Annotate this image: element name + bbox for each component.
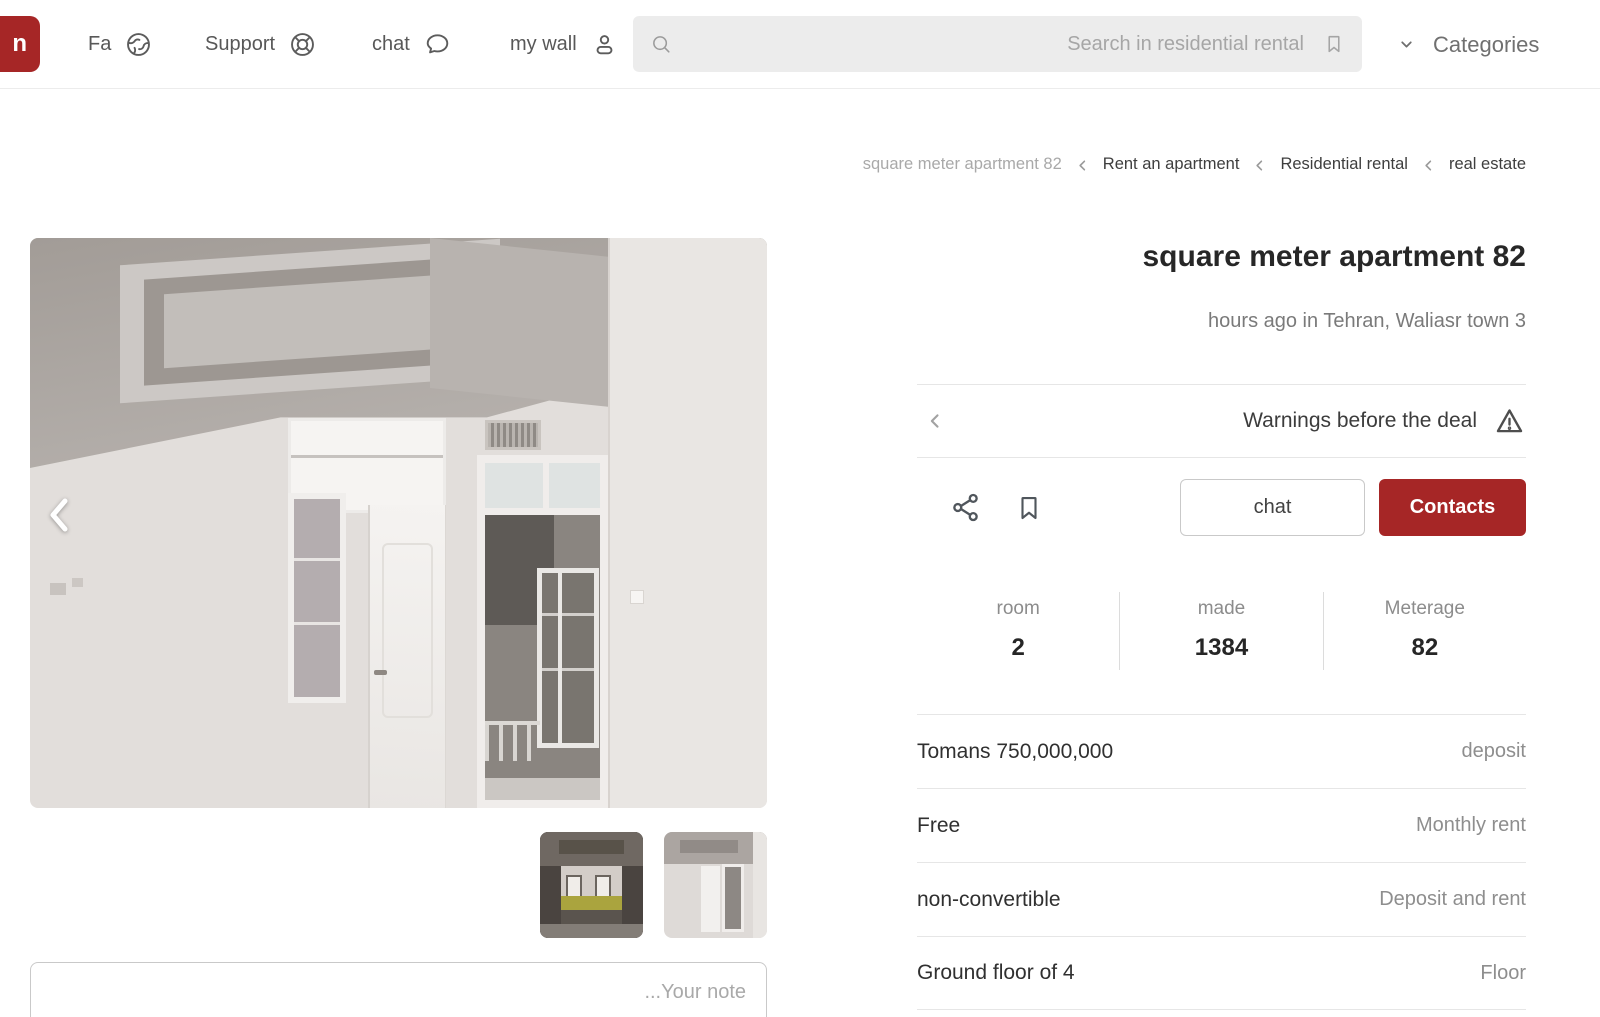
attribute-value: Ground floor of 4 [917,961,1075,985]
photo-doorway [477,455,608,808]
attribute-row-deposit-and-rent: non-convertible Deposit and rent [917,862,1526,936]
photo-wall-outlet [72,578,83,587]
nav-chat-label: chat [372,33,410,56]
attribute-label: deposit [1462,740,1527,763]
bookmark-button[interactable] [1014,493,1044,526]
nav-support-label: Support [205,33,275,56]
photo-ceiling-soffit [430,238,608,407]
chevron-down-icon [1398,36,1415,53]
listing-details-panel: square meter apartment 82 hours ago in T… [917,0,1526,1017]
gallery-thumbnail-2[interactable] [664,832,767,938]
stat-value: 82 [1324,634,1526,662]
categories-label: Categories [1433,32,1539,58]
stat-room: room 2 [917,592,1119,670]
stat-value: 2 [917,634,1119,662]
attribute-label: Floor [1480,962,1526,985]
nav-chat[interactable]: chat [372,0,451,89]
note-input[interactable] [31,963,766,1017]
warning-triangle-icon [1493,405,1526,438]
categories-menu[interactable]: Categories [1398,0,1539,89]
photo-exterior-floor [485,778,600,800]
photo-transom-window [485,463,600,515]
stat-label: room [917,598,1119,620]
listing-title: square meter apartment 82 [917,240,1526,274]
listing-posted-info: hours ago in Tehran, Waliasr town 3 [917,310,1526,333]
bookmark-icon[interactable] [1323,33,1345,55]
nav-my-wall-label: my wall [510,33,577,56]
attribute-label: Monthly rent [1416,814,1526,837]
attribute-value: Free [917,814,960,838]
photo-exterior-window [537,568,599,748]
share-button[interactable] [949,491,982,527]
note-box [30,962,767,1017]
attribute-label: Deposit and rent [1379,888,1526,911]
listing-main-photo[interactable] [30,238,767,808]
gallery-prev-button[interactable] [42,494,76,538]
photo-door-handle [374,670,387,675]
photo-right-wall [608,238,767,808]
stat-meterage: Meterage 82 [1323,592,1526,670]
stat-made: made 1384 [1119,592,1322,670]
attribute-row-deposit: Tomans 750,000,000 deposit [917,714,1526,788]
nav-support[interactable]: Support [205,0,316,89]
photo-light-switch [630,590,644,604]
site-logo-text: n [12,30,27,57]
chat-button[interactable]: chat [1180,479,1365,536]
chat-bubble-icon [424,31,451,58]
globe-icon [125,31,152,58]
nav-my-wall[interactable]: my wall [510,0,618,89]
share-icon [949,491,982,524]
photo-vent-grille [485,420,541,450]
attribute-value: Tomans 750,000,000 [917,740,1113,764]
attribute-row-floor: Ground floor of 4 Floor [917,936,1526,1010]
stat-label: made [1120,598,1322,620]
page: n Fa Support chat my wall [0,0,1600,1017]
photo-door [368,505,446,808]
search-bar [633,16,1362,72]
site-logo[interactable]: n [0,16,40,72]
warnings-label: Warnings before the deal [1243,409,1477,433]
stat-value: 1384 [1120,634,1322,662]
nav-language-label: Fa [88,33,111,56]
user-icon [591,31,618,58]
chevron-left-icon [925,411,945,431]
photo-balcony-rail [485,721,540,761]
listing-stats: room 2 made 1384 Meterage 82 [917,592,1526,670]
listing-attributes: Tomans 750,000,000 deposit Free Monthly … [917,714,1526,1010]
search-input[interactable] [633,16,1362,72]
warnings-row[interactable]: Warnings before the deal [917,384,1526,458]
contacts-button[interactable]: Contacts [1379,479,1526,536]
photo-interior-window [288,493,346,703]
lifebuoy-icon [289,31,316,58]
attribute-row-monthly-rent: Free Monthly rent [917,788,1526,862]
top-navbar: n Fa Support chat my wall [0,0,1600,89]
gallery-thumbnail-1[interactable] [540,832,643,938]
photo-opening-ceiling-line [291,455,443,458]
bookmark-icon [1014,493,1044,523]
listing-actions: chat Contacts [917,479,1526,536]
chevron-left-icon [44,494,74,536]
photo-wall-outlet [50,583,66,595]
nav-language[interactable]: Fa [88,0,152,89]
stat-label: Meterage [1324,598,1526,620]
photo-door-panel [382,543,433,718]
attribute-value: non-convertible [917,888,1061,912]
